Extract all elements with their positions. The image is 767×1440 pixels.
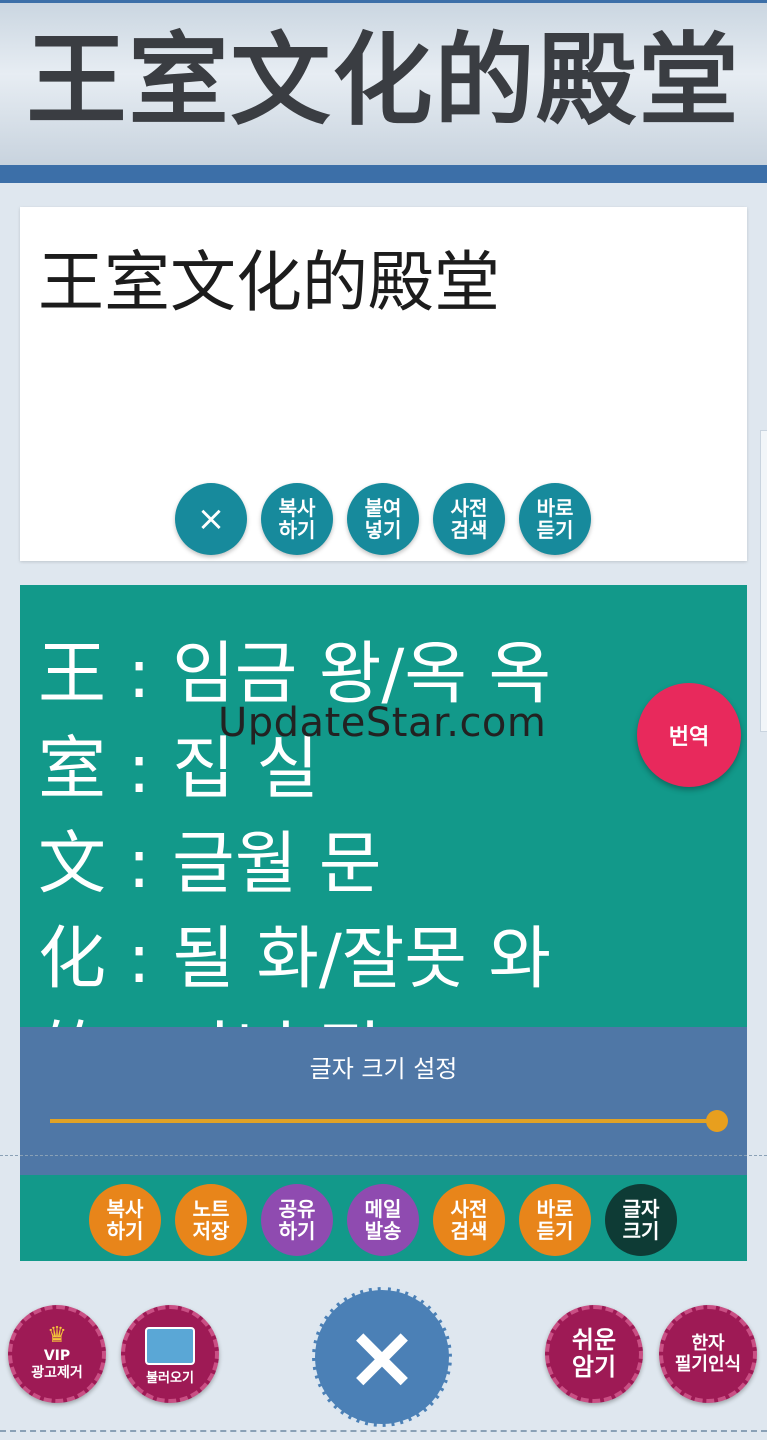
result-line: 化 : 될 화/잘못 와 (38, 920, 552, 999)
copy-button[interactable]: 복사 하기 (261, 483, 333, 555)
share-button[interactable]: 공유 하기 (261, 1184, 333, 1256)
font-size-button-label: 글자 크기 (622, 1197, 660, 1243)
result-dictionary-button[interactable]: 사전 검색 (433, 1184, 505, 1256)
note-save-button[interactable]: 노트 저장 (175, 1184, 247, 1256)
result-copy-button[interactable]: 복사 하기 (89, 1184, 161, 1256)
font-size-slider-track[interactable] (50, 1119, 716, 1123)
font-size-button[interactable]: 글자 크기 (605, 1184, 677, 1256)
result-listen-label: 바로 듣기 (536, 1197, 574, 1243)
font-size-slider-thumb[interactable] (706, 1110, 728, 1132)
result-line: 文 : 글월 문 (38, 825, 382, 904)
listen-button[interactable]: 바로 듣기 (519, 483, 591, 555)
dashed-divider (0, 1155, 767, 1156)
mail-label: 메일 발송 (364, 1197, 402, 1243)
handwriting-button[interactable]: 한자 필기인식 (659, 1305, 757, 1403)
dictionary-button[interactable]: 사전 검색 (433, 483, 505, 555)
paste-button-label: 붙여 넣기 (364, 496, 402, 542)
listen-button-label: 바로 듣기 (536, 496, 574, 542)
handwriting-label: 한자 필기인식 (674, 1333, 742, 1375)
vip-crown-icon: ♛ (47, 1323, 67, 1348)
translate-button-label: 번역 (668, 725, 710, 750)
share-label: 공유 하기 (278, 1197, 316, 1243)
result-copy-label: 복사 하기 (106, 1197, 144, 1243)
easy-memorize-button[interactable]: 쉬운 암기 (545, 1305, 643, 1403)
header-title: 王室文化的殿堂 (26, 21, 741, 139)
vip-button[interactable]: ♛ VIP 광고제거 (8, 1305, 106, 1403)
watermark-text: UpdateStar.com (218, 700, 547, 746)
header-divider-bar (0, 165, 767, 183)
result-listen-button[interactable]: 바로 듣기 (519, 1184, 591, 1256)
dictionary-button-label: 사전 검색 (450, 496, 488, 542)
close-icon: × (345, 1305, 419, 1408)
font-size-panel: 글자 크기 설정 (20, 1027, 747, 1175)
side-edge-tab[interactable] (760, 430, 767, 732)
gallery-label: 불러오기 (146, 1370, 194, 1386)
paste-button[interactable]: 붙여 넣기 (347, 483, 419, 555)
note-save-label: 노트 저장 (192, 1197, 230, 1243)
result-dictionary-label: 사전 검색 (450, 1197, 488, 1243)
font-size-label: 글자 크기 설정 (309, 1055, 458, 1083)
input-card: 王室文化的殿堂 × 복사 하기 붙여 넣기 사전 검색 바로 듣기 (20, 207, 747, 561)
gallery-button[interactable]: 불러오기 (121, 1305, 219, 1403)
close-icon: × (196, 499, 226, 539)
easy-memorize-label: 쉬운 암기 (571, 1326, 617, 1381)
translate-button[interactable]: 번역 (637, 683, 741, 787)
main-close-button[interactable]: × (312, 1287, 452, 1427)
gallery-image-icon (145, 1327, 195, 1365)
app-header: 王室文化的殿堂 (0, 0, 767, 165)
header-top-line (0, 0, 767, 3)
copy-button-label: 복사 하기 (278, 496, 316, 542)
mail-button[interactable]: 메일 발송 (347, 1184, 419, 1256)
clear-button[interactable]: × (175, 483, 247, 555)
vip-label: VIP 광고제거 (31, 1348, 83, 1381)
bottom-dashed-divider (0, 1430, 767, 1432)
input-text[interactable]: 王室文化的殿堂 (38, 243, 500, 323)
